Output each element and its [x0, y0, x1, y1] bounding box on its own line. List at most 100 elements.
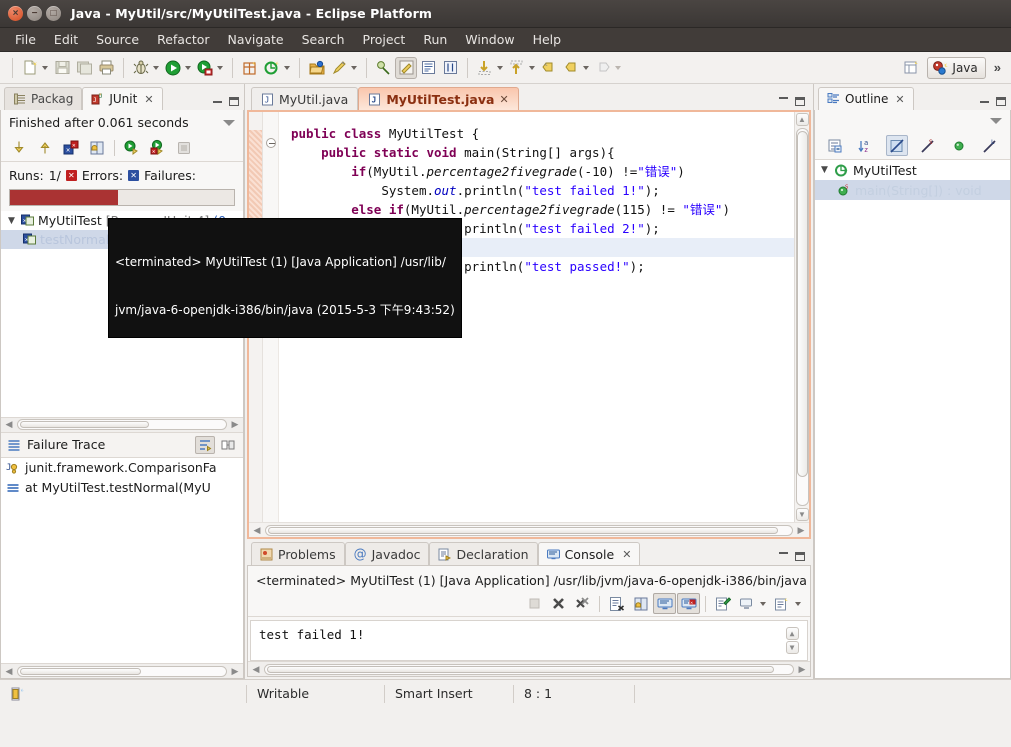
menu-refactor[interactable]: Refactor — [148, 29, 218, 50]
editor-vscrollbar[interactable]: ▲ ▼ — [794, 112, 809, 522]
next-annotation-button[interactable] — [373, 57, 395, 79]
previous-edit-button[interactable] — [506, 57, 528, 79]
console-output-area[interactable]: test failed 1! ▲ ▼ — [250, 620, 808, 661]
scroll-left-icon[interactable]: ◀ — [251, 525, 263, 536]
tab-myutiltest-close-icon[interactable]: ✕ — [499, 93, 508, 106]
list-item[interactable]: J junit.framework.ComparisonFa — [1, 458, 243, 478]
show-console-on-error-button[interactable]: ✕ — [677, 593, 700, 614]
compare-results-button[interactable] — [218, 436, 238, 454]
outline-view-menu-icon[interactable] — [990, 118, 1002, 124]
hscroll-thumb[interactable] — [267, 665, 774, 673]
remove-console-button[interactable] — [547, 593, 570, 614]
open-type-button[interactable] — [306, 57, 328, 79]
next-change-dropdown-icon[interactable] — [615, 65, 621, 70]
forward-history-dropdown-icon[interactable] — [583, 65, 589, 70]
hscroll-thumb[interactable] — [20, 421, 149, 428]
rerun-failed-button[interactable]: ✕ — [146, 137, 170, 159]
previous-edit-dropdown-icon[interactable] — [529, 65, 535, 70]
menu-source[interactable]: Source — [87, 29, 148, 50]
vscroll-track[interactable] — [795, 128, 809, 506]
scroll-up-icon[interactable]: ▲ — [785, 627, 799, 640]
hide-local-types-button[interactable]: L — [979, 135, 1001, 156]
terminate-button[interactable] — [523, 593, 546, 614]
fold-collapse-icon[interactable] — [266, 138, 276, 148]
hide-static-button[interactable]: S — [917, 135, 939, 156]
save-all-button[interactable] — [73, 57, 95, 79]
tab-package-explorer[interactable]: Packag — [4, 87, 83, 110]
failure-trace-hscrollbar[interactable]: ◀ ▶ — [1, 663, 243, 678]
expand-collapse-icon[interactable]: ▼ — [819, 165, 830, 175]
list-item[interactable]: at MyUtilTest.testNormal(MyU — [1, 478, 243, 498]
hscroll-track[interactable] — [265, 524, 793, 536]
junit-tree-hscrollbar[interactable]: ◀ ▶ — [1, 416, 243, 432]
print-button[interactable] — [95, 57, 117, 79]
next-failure-button[interactable] — [7, 137, 31, 159]
scroll-down-icon[interactable]: ▼ — [795, 508, 809, 521]
external-tools-button[interactable] — [194, 57, 216, 79]
scroll-left-icon[interactable]: ◀ — [3, 666, 15, 677]
scroll-left-icon[interactable]: ◀ — [3, 419, 15, 430]
rerun-test-button[interactable] — [120, 137, 144, 159]
open-perspective-button[interactable] — [901, 57, 923, 79]
tab-junit-close-icon[interactable]: ✕ — [144, 93, 153, 106]
scroll-right-icon[interactable]: ▶ — [796, 664, 808, 675]
show-whitespace-button[interactable] — [417, 57, 439, 79]
menu-edit[interactable]: Edit — [45, 29, 87, 50]
hide-fields-button[interactable] — [886, 135, 909, 156]
scroll-down-icon[interactable]: ▼ — [785, 641, 799, 654]
previous-failure-button[interactable] — [33, 137, 57, 159]
open-console-dropdown-icon[interactable] — [795, 601, 801, 606]
minimize-view-icon[interactable] — [213, 100, 222, 103]
maximize-console-icon[interactable] — [795, 552, 805, 561]
minimize-editor-icon[interactable] — [779, 97, 788, 99]
scroll-right-icon[interactable]: ▶ — [795, 525, 807, 536]
new-wizard-dropdown-icon[interactable] — [42, 65, 48, 70]
toggle-markoccurrences-button[interactable] — [395, 56, 417, 79]
menu-run[interactable]: Run — [414, 29, 456, 50]
perspective-java-button[interactable]: Java — [927, 56, 986, 79]
display-selected-console-button[interactable] — [735, 593, 758, 614]
show-failures-only-button[interactable]: ✕ ✕ — [59, 137, 83, 159]
scroll-right-icon[interactable]: ▶ — [229, 419, 241, 430]
hscroll-track[interactable] — [264, 663, 794, 675]
stop-test-button[interactable] — [172, 137, 196, 159]
forward-history-button[interactable] — [560, 57, 582, 79]
scroll-right-icon[interactable]: ▶ — [229, 666, 241, 677]
hscroll-track[interactable] — [17, 419, 227, 430]
tab-myutil-java[interactable]: J MyUtil.java — [251, 87, 359, 110]
new-java-project-button[interactable] — [239, 57, 261, 79]
window-close-button[interactable]: × — [8, 6, 23, 21]
minimize-outline-icon[interactable] — [980, 100, 989, 103]
new-class-button[interactable] — [261, 57, 283, 79]
remove-all-consoles-button[interactable] — [571, 593, 594, 614]
maximize-outline-icon[interactable] — [996, 97, 1006, 106]
debug-button[interactable] — [130, 57, 152, 79]
outline-row-class[interactable]: ▼ MyUtilTest — [815, 160, 1010, 180]
tab-outline[interactable]: Outline ✕ — [818, 87, 914, 110]
debug-dropdown-icon[interactable] — [153, 65, 159, 70]
console-vscrollbar[interactable]: ▲ ▼ — [785, 627, 799, 654]
maximize-view-icon[interactable] — [229, 97, 239, 106]
run-button[interactable] — [162, 57, 184, 79]
external-tools-dropdown-icon[interactable] — [217, 65, 223, 70]
tab-javadoc[interactable]: @ Javadoc — [344, 542, 430, 565]
hscroll-thumb[interactable] — [268, 526, 779, 534]
maximize-editor-icon[interactable] — [795, 97, 805, 106]
back-history-button[interactable] — [538, 57, 560, 79]
last-edit-dropdown-icon[interactable] — [497, 65, 503, 70]
minimize-console-icon[interactable] — [779, 552, 788, 554]
scroll-lock-button[interactable] — [629, 593, 652, 614]
collapse-all-button[interactable] — [824, 135, 846, 156]
console-hscrollbar[interactable]: ◀ ▶ — [248, 661, 810, 676]
tab-console-close-icon[interactable]: ✕ — [622, 548, 631, 561]
editor-hscrollbar[interactable]: ◀ ▶ — [249, 522, 809, 537]
new-wizard-button[interactable] — [19, 57, 41, 79]
save-button[interactable] — [51, 57, 73, 79]
hscroll-track[interactable] — [17, 665, 227, 677]
new-class-dropdown-icon[interactable] — [284, 65, 290, 70]
last-edit-location-button[interactable] — [474, 57, 496, 79]
tab-junit[interactable]: J U * JUnit ✕ — [82, 87, 163, 110]
scroll-left-icon[interactable]: ◀ — [250, 664, 262, 675]
pin-console-button[interactable] — [711, 593, 734, 614]
scroll-up-icon[interactable]: ▲ — [795, 113, 809, 126]
